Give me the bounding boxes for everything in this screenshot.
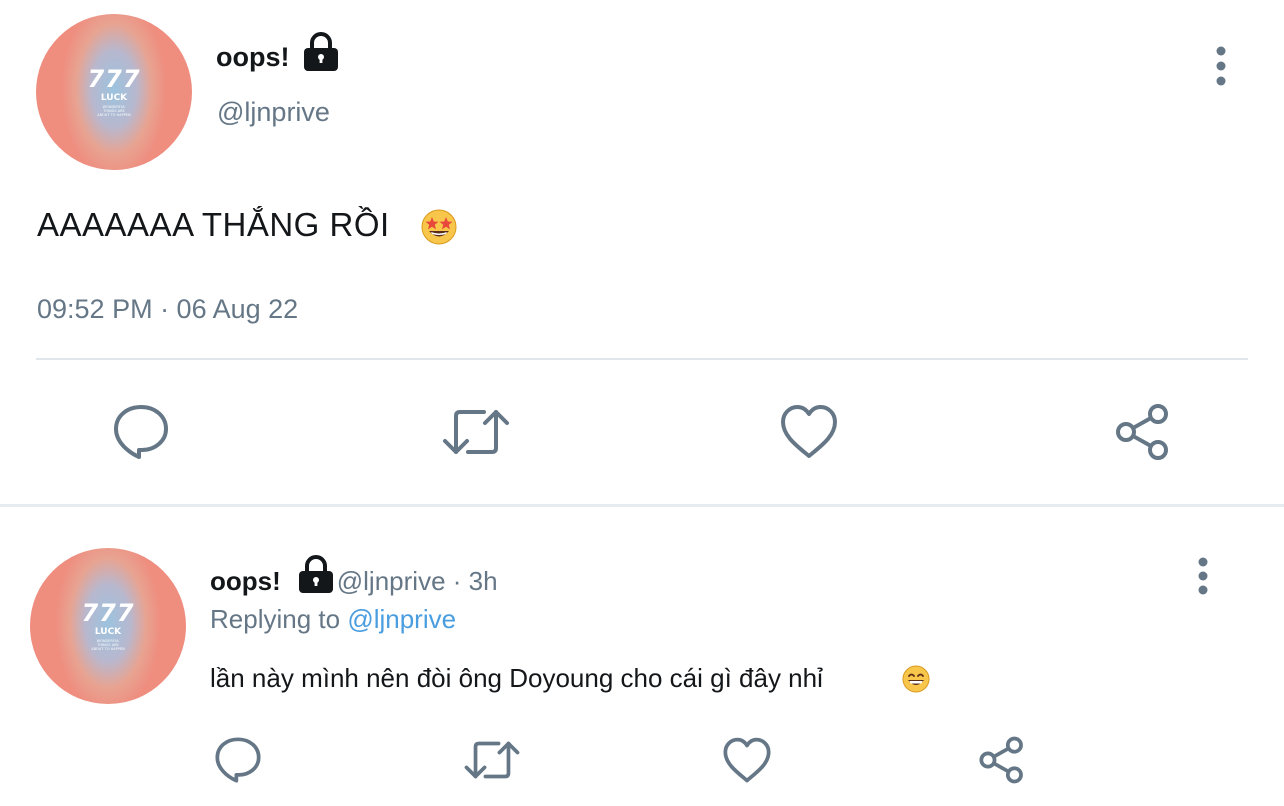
time-ago: 3h bbox=[468, 566, 498, 596]
share-button[interactable] bbox=[1114, 402, 1172, 462]
retweet-icon bbox=[464, 741, 520, 779]
divider bbox=[36, 358, 1248, 360]
author-name[interactable]: oops! bbox=[216, 42, 290, 73]
tweet-detail-page: 777 LUCK WONDERFUL THINGS ARE ABOUT TO H… bbox=[0, 0, 1284, 806]
retweet-button[interactable] bbox=[464, 738, 520, 782]
avatar-word: LUCK bbox=[94, 627, 122, 637]
replying-prefix: Replying to bbox=[210, 604, 341, 634]
avatar-small-text: WONDERFUL THINGS ARE ABOUT TO HAPPEN bbox=[91, 639, 125, 651]
share-icon bbox=[1116, 404, 1168, 460]
more-options-icon[interactable] bbox=[1210, 44, 1232, 88]
mention-link[interactable]: @ljnprive bbox=[347, 604, 456, 634]
share-icon bbox=[979, 736, 1023, 784]
grinning-face-emoji-icon bbox=[902, 665, 930, 693]
avatar-number: 777 bbox=[81, 599, 135, 627]
reply-button[interactable] bbox=[214, 736, 262, 784]
reply-header: oops! @ljnprive · 3h bbox=[210, 566, 498, 597]
section-divider bbox=[0, 504, 1284, 507]
like-button[interactable] bbox=[779, 404, 839, 460]
avatar-number: 777 bbox=[87, 65, 141, 93]
reply-icon bbox=[215, 737, 261, 783]
author-name[interactable]: oops! bbox=[210, 566, 281, 596]
avatar-word: LUCK bbox=[100, 93, 128, 103]
retweet-icon bbox=[443, 410, 509, 454]
lock-icon bbox=[304, 32, 338, 71]
avatar[interactable]: 777 LUCK WONDERFUL THINGS ARE ABOUT TO H… bbox=[36, 14, 192, 170]
reply-text: lần này mình nên đòi ông Doyoung cho cái… bbox=[210, 663, 823, 693]
more-options-icon[interactable] bbox=[1192, 556, 1214, 596]
retweet-button[interactable] bbox=[442, 406, 510, 458]
like-button[interactable] bbox=[722, 737, 772, 784]
meta-separator: · bbox=[452, 566, 462, 596]
tweet-timestamp: 09:52 PM · 06 Aug 22 bbox=[37, 294, 299, 324]
author-handle[interactable]: @ljnprive bbox=[217, 97, 330, 128]
tweet-text: AAAAAAA THẮNG RỒI bbox=[37, 206, 390, 243]
author-handle[interactable]: @ljnprive bbox=[337, 566, 446, 596]
share-button[interactable] bbox=[978, 735, 1026, 785]
avatar[interactable]: 777 LUCK WONDERFUL THINGS ARE ABOUT TO H… bbox=[30, 548, 186, 704]
reply-icon bbox=[114, 405, 168, 459]
reply-button[interactable] bbox=[112, 404, 170, 460]
star-struck-emoji-icon bbox=[421, 209, 457, 245]
like-icon bbox=[781, 405, 837, 458]
replying-to-line: Replying to @ljnprive bbox=[210, 604, 456, 635]
avatar-small-text: WONDERFUL THINGS ARE ABOUT TO HAPPEN bbox=[97, 105, 131, 117]
like-icon bbox=[723, 737, 771, 783]
lock-icon bbox=[299, 555, 333, 593]
